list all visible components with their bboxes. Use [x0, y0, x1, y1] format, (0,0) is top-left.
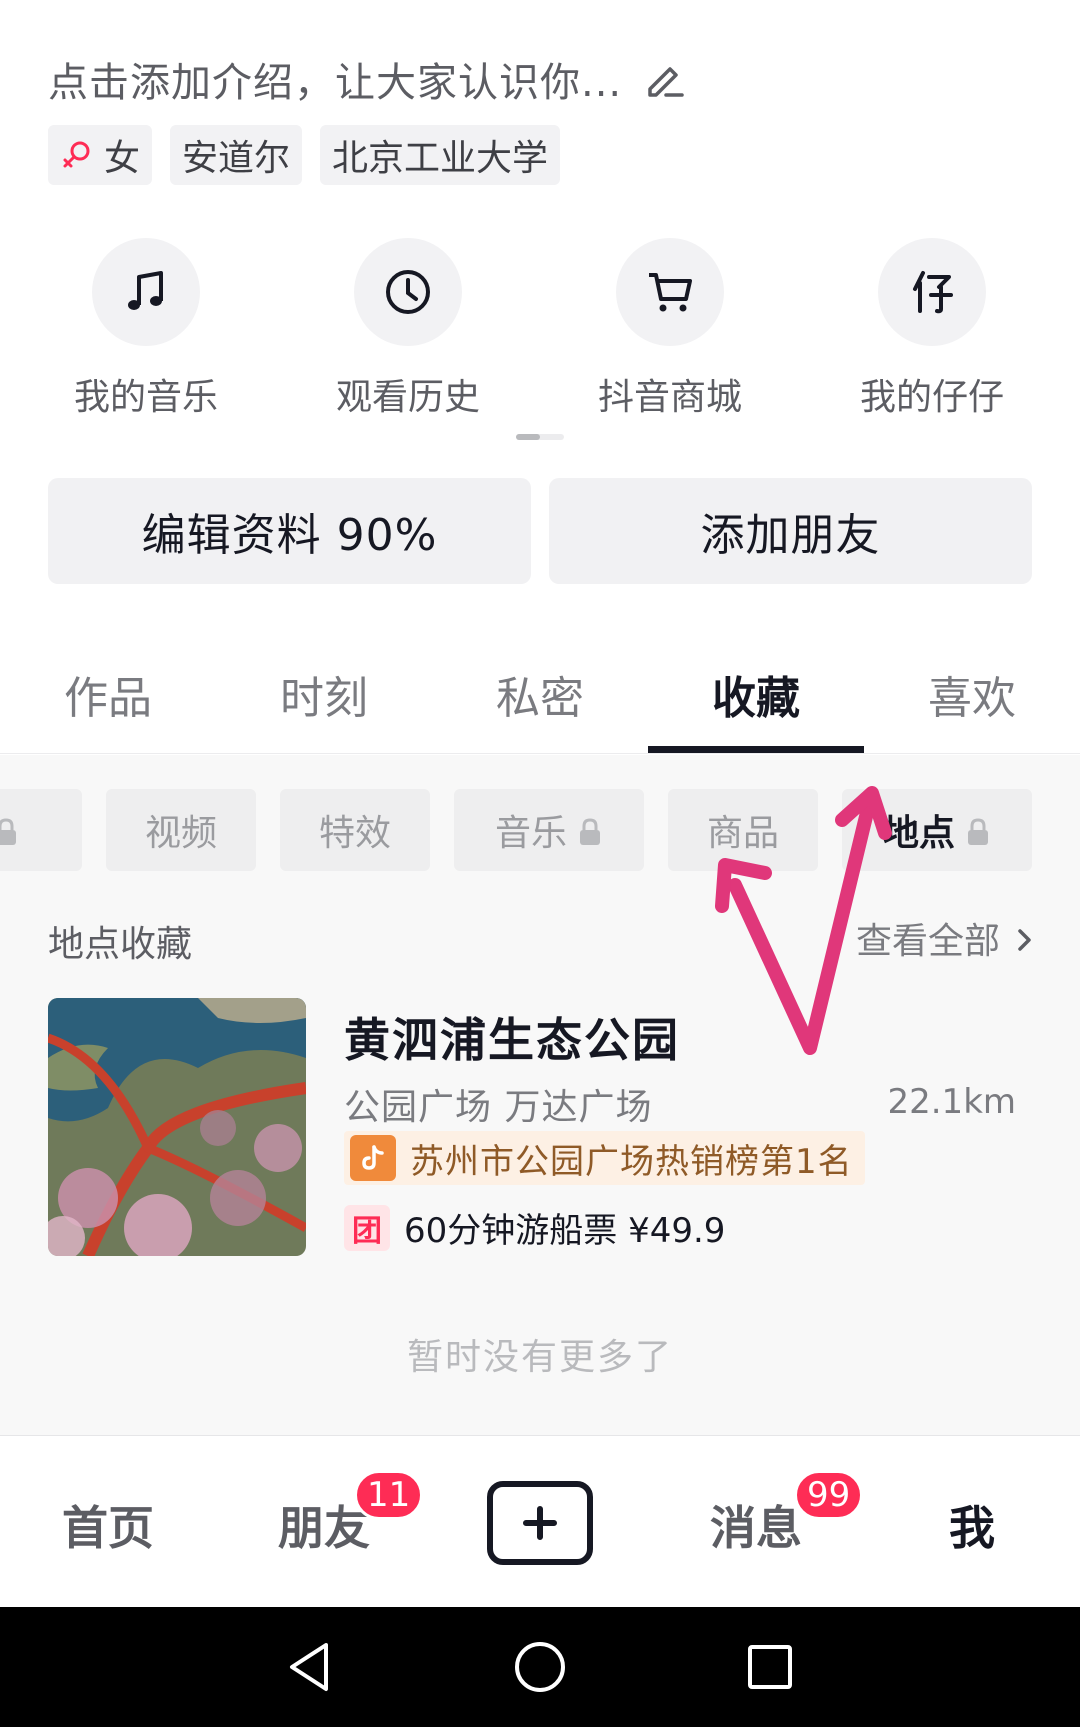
chip-label: 音乐: [494, 813, 567, 854]
system-navigation-bar: [0, 1607, 1080, 1727]
chip-label: 地点: [882, 813, 955, 854]
bio-row[interactable]: 点击添加介绍，让大家认识你...: [48, 50, 1008, 108]
location-label: 安道尔: [182, 138, 291, 179]
female-icon: [60, 138, 94, 172]
lock-icon: [0, 815, 19, 845]
lock-icon: [965, 815, 991, 845]
douyin-logo-icon: [350, 1135, 396, 1181]
shortcut-watch-history[interactable]: 观看历史: [288, 238, 528, 420]
place-card[interactable]: 黄泗浦生态公园 公园广场 万达广场 22.1km 苏州市公园广场热销榜第1名 团…: [48, 998, 1032, 1256]
gender-label: 女: [104, 138, 141, 179]
profile-tabs: 作品 时刻 私密 收藏 喜欢: [0, 640, 1080, 754]
tab-private[interactable]: 私密: [432, 662, 648, 726]
clock-icon: [354, 238, 462, 346]
tab-likes[interactable]: 喜欢: [864, 662, 1080, 726]
place-distance: 22.1km: [887, 1082, 1016, 1122]
active-tab-underline: [648, 746, 864, 753]
zaizai-icon: [878, 238, 986, 346]
pencil-icon[interactable]: [640, 55, 688, 103]
place-thumbnail: [48, 998, 306, 1256]
see-all-link[interactable]: 查看全部: [856, 912, 1036, 964]
chip-label: 视频: [144, 813, 217, 854]
group-buy-icon: 团: [344, 1204, 390, 1251]
nav-home[interactable]: 首页: [0, 1492, 216, 1558]
deal-text: 60分钟游船票 ¥49.9: [404, 1211, 726, 1251]
chip-videos[interactable]: 视频: [106, 789, 256, 871]
chip-effects[interactable]: 特效: [280, 789, 430, 871]
tab-works[interactable]: 作品: [0, 662, 216, 726]
home-circle-icon[interactable]: [510, 1637, 570, 1697]
shortcut-douyin-mall[interactable]: 抖音商城: [550, 238, 790, 420]
shortcut-label: 观看历史: [335, 377, 480, 418]
nav-me[interactable]: 我: [864, 1492, 1080, 1558]
see-all-label: 查看全部: [855, 921, 1000, 962]
edit-profile-button[interactable]: 编辑资料 90%: [48, 478, 531, 584]
create-button[interactable]: [487, 1481, 593, 1565]
chip-partial[interactable]: [0, 789, 82, 871]
chip-places[interactable]: 地点: [842, 789, 1032, 871]
bio-placeholder[interactable]: 点击添加介绍，让大家认识你...: [48, 50, 622, 108]
profile-actions: 编辑资料 90% 添加朋友: [48, 478, 1032, 584]
page-indicator-active: [516, 434, 540, 440]
friends-badge: 11: [354, 1470, 424, 1520]
location-tag: 安道尔: [170, 125, 303, 185]
tab-moments[interactable]: 时刻: [216, 662, 432, 726]
profile-tags: 女 安道尔 北京工业大学: [48, 125, 561, 185]
place-name: 黄泗浦生态公园: [344, 1013, 680, 1067]
shortcut-label: 我的音乐: [73, 377, 218, 418]
music-note-icon: [92, 238, 200, 346]
shortcut-row: 我的音乐 观看历史 抖音商城 我的仔仔: [0, 238, 1080, 428]
rank-badge[interactable]: 苏州市公园广场热销榜第1名: [344, 1131, 865, 1185]
shortcut-page-indicator: [516, 434, 564, 440]
favorites-panel: 视频 特效 音乐 商品 地点 地点收藏 查看全部 黄泗浦生态公园 公园广场 万达…: [0, 755, 1080, 1435]
chip-label: 商品: [706, 813, 779, 854]
chip-label: 特效: [318, 813, 391, 854]
lock-icon: [577, 815, 603, 845]
recents-square-icon[interactable]: [740, 1637, 800, 1697]
shortcut-my-music[interactable]: 我的音乐: [26, 238, 266, 420]
group-deal[interactable]: 团 60分钟游船票 ¥49.9: [344, 1203, 725, 1252]
shortcut-label: 抖音商城: [597, 377, 742, 418]
shortcut-label: 我的仔仔: [859, 377, 1004, 418]
tab-favorites[interactable]: 收藏: [648, 662, 864, 726]
school-tag: 北京工业大学: [320, 125, 561, 185]
back-icon[interactable]: [280, 1637, 340, 1697]
rank-text: 苏州市公园广场热销榜第1名: [410, 1141, 853, 1182]
chip-music[interactable]: 音乐: [454, 789, 644, 871]
bottom-navigation: 首页 朋友 11 消息 99 我: [0, 1435, 1080, 1607]
favorites-filter-chips[interactable]: 视频 特效 音乐 商品 地点: [0, 789, 1080, 871]
messages-badge: 99: [794, 1470, 864, 1520]
chip-products[interactable]: 商品: [668, 789, 818, 871]
cart-icon: [616, 238, 724, 346]
gender-tag: 女: [48, 125, 153, 185]
shortcut-my-zaizai[interactable]: 我的仔仔: [812, 238, 1052, 420]
school-label: 北京工业大学: [332, 138, 549, 179]
no-more-text: 暂时没有更多了: [406, 1337, 673, 1378]
add-friends-button[interactable]: 添加朋友: [549, 478, 1032, 584]
plus-icon: [523, 1506, 557, 1540]
place-category: 公园广场 万达广场: [344, 1087, 653, 1128]
place-section-title: 地点收藏: [48, 924, 193, 965]
chevron-right-icon: [1014, 923, 1036, 953]
